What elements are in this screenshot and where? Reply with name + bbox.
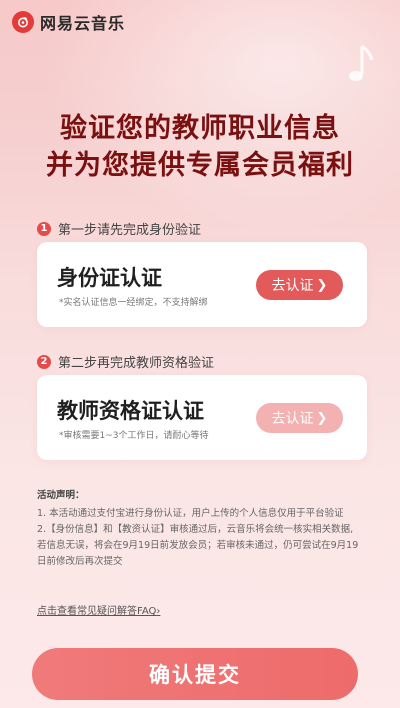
chevron-right-icon: ❯ xyxy=(316,277,328,293)
activity-statement-line: 若信息无误，将会在9月19日前发放会员；若审核未通过，仍可尝试在9月19 xyxy=(37,540,359,551)
headline-line-1: 验证您的教师职业信息 xyxy=(60,113,340,144)
headline-line-2: 并为您提供专属会员福利 xyxy=(46,150,354,181)
activity-statement-line: 日前修改后再次提交 xyxy=(37,556,123,567)
step-2-number: 2 xyxy=(37,354,51,369)
faq-chevron-icon: › xyxy=(156,606,161,617)
step-1-number: 1 xyxy=(37,221,51,236)
faq-link-label: 点击查看常见疑问解答FAQ xyxy=(37,606,157,617)
netease-music-logo-icon xyxy=(12,11,34,33)
confirm-submit-button[interactable]: 确认提交 xyxy=(32,648,358,700)
step-2-title: 2 第二步再完成教师资格验证 xyxy=(37,352,214,371)
step-2-label: 第二步再完成教师资格验证 xyxy=(58,356,215,371)
step-1-title: 1 第一步请先完成身份验证 xyxy=(37,219,201,238)
id-card-verification-card: 身份证认证 *实名认证信息一经绑定，不支持解绑 去认证 ❯ xyxy=(37,242,367,327)
brand-header: 网易云音乐 xyxy=(12,10,125,34)
music-note-icon xyxy=(349,44,374,81)
id-card-title: 身份证认证 xyxy=(57,266,162,290)
teacher-cert-verification-card: 教师资格证认证 *审核需要1~3个工作日，请耐心等待 去认证 ❯ xyxy=(37,375,367,460)
faq-link[interactable]: 点击查看常见疑问解答FAQ› xyxy=(37,602,160,617)
teacher-cert-note: *审核需要1~3个工作日，请耐心等待 xyxy=(59,431,209,441)
verify-teacher-cert-button[interactable]: 去认证 ❯ xyxy=(256,403,343,433)
activity-statement: 活动声明： 1. 本活动通过支付宝进行身份认证，用户上传的个人信息仅用于平台验证… xyxy=(37,488,377,570)
chevron-right-icon: ❯ xyxy=(316,410,328,426)
activity-statement-title: 活动声明： xyxy=(37,490,85,501)
verify-id-button-label: 去认证 xyxy=(271,278,314,294)
teacher-cert-title: 教师资格证认证 xyxy=(57,399,204,423)
brand-name: 网易云音乐 xyxy=(40,14,126,33)
verify-id-button[interactable]: 去认证 ❯ xyxy=(256,270,343,300)
verify-teacher-cert-button-label: 去认证 xyxy=(271,411,314,427)
id-card-note: *实名认证信息一经绑定，不支持解绑 xyxy=(59,298,208,308)
step-1-label: 第一步请先完成身份验证 xyxy=(58,223,202,238)
confirm-submit-label: 确认提交 xyxy=(149,663,241,687)
activity-statement-line: 1. 本活动通过支付宝进行身份认证，用户上传的个人信息仅用于平台验证 xyxy=(37,508,344,519)
activity-statement-line: 2.【身份信息】和【教资认证】审核通过后，云音乐将会统一核实相关数据, xyxy=(37,524,354,535)
